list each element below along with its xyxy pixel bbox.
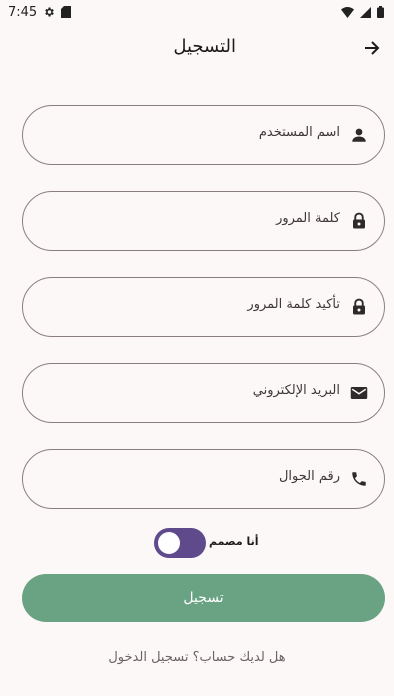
login-link[interactable]: هل لديك حساب؟ تسجيل الدخول bbox=[0, 650, 394, 665]
username-field[interactable]: اسم المستخدم bbox=[22, 105, 385, 165]
app-bar: التسجيل bbox=[0, 28, 394, 68]
person-icon bbox=[348, 124, 370, 146]
gear-icon bbox=[43, 6, 55, 18]
username-label: اسم المستخدم bbox=[258, 125, 340, 140]
password-field[interactable]: كلمة المرور bbox=[22, 191, 385, 251]
email-field[interactable]: البريد الإلكتروني bbox=[22, 363, 385, 423]
phone-field[interactable]: رقم الجوال bbox=[22, 449, 385, 509]
lock-icon bbox=[348, 296, 370, 318]
email-label: البريد الإلكتروني bbox=[252, 383, 340, 398]
status-right bbox=[341, 6, 384, 18]
phone-icon bbox=[348, 468, 370, 490]
phone-label: رقم الجوال bbox=[278, 469, 340, 484]
confirm-password-field[interactable]: تأكيد كلمة المرور bbox=[22, 277, 385, 337]
back-button[interactable] bbox=[360, 36, 384, 60]
toggle-knob bbox=[158, 532, 180, 554]
arrow-right-icon bbox=[364, 40, 380, 56]
designer-toggle-row: أنا مصمم bbox=[0, 528, 394, 558]
wifi-icon bbox=[341, 6, 354, 18]
mail-icon bbox=[348, 382, 370, 404]
password-label: كلمة المرور bbox=[276, 211, 340, 226]
signal-icon bbox=[360, 6, 371, 18]
page-title: التسجيل bbox=[173, 36, 236, 57]
status-left: 7:45 bbox=[8, 4, 72, 20]
battery-icon bbox=[377, 6, 384, 18]
designer-toggle-label: أنا مصمم bbox=[209, 535, 259, 548]
lock-icon bbox=[348, 210, 370, 232]
confirm-password-label: تأكيد كلمة المرور bbox=[247, 297, 340, 312]
register-button[interactable]: تسجيل bbox=[22, 574, 385, 622]
designer-toggle[interactable] bbox=[154, 528, 206, 558]
sd-card-icon bbox=[61, 6, 72, 18]
status-time: 7:45 bbox=[8, 4, 38, 20]
status-bar: 7:45 bbox=[0, 0, 394, 24]
